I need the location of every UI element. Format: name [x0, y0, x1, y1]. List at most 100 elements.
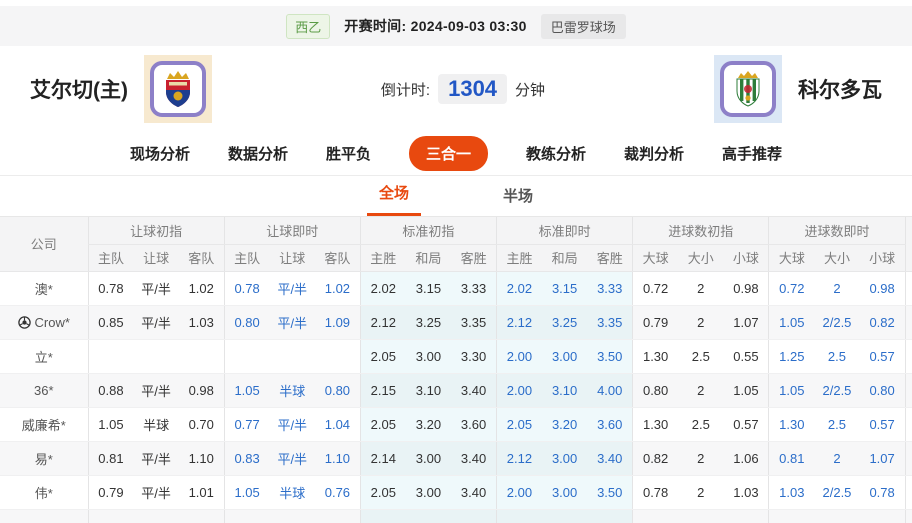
odds-cell-3-0: 2.00 — [497, 475, 542, 509]
odds-cell-2-0: 2.05 — [360, 407, 405, 441]
away-crest-icon — [720, 61, 776, 117]
odds-cell-5-0: 1.05 — [769, 305, 814, 339]
group-header-3: 标准即时 — [497, 217, 633, 244]
odds-cell-4-2: 1.03 — [723, 475, 768, 509]
cutoff-column — [905, 217, 912, 271]
nav-tab-4[interactable]: 教练分析 — [526, 143, 586, 164]
odds-cell-5-1: 2/2.5 — [814, 305, 859, 339]
company-cell: 伟* — [0, 475, 88, 509]
odds-cell-5-0: 1.30 — [769, 407, 814, 441]
home-crest-icon — [150, 61, 206, 117]
odds-cell-0-2: 1.10 — [179, 441, 224, 475]
odds-cell-1-0 — [224, 339, 269, 373]
odds-cell-5-0: 1.25 — [769, 339, 814, 373]
odds-cell-2-1: 3.20 — [406, 407, 451, 441]
sub-tab-0[interactable]: 全场 — [367, 182, 421, 216]
odds-cell-3-0: 2.02 — [497, 271, 542, 305]
odds-cell-0-0: 0.85 — [88, 305, 133, 339]
home-team: 艾尔切(主) — [30, 55, 212, 123]
nav-tab-0[interactable]: 现场分析 — [130, 143, 190, 164]
odds-cell-4-1: 2 — [678, 441, 723, 475]
odds-cell-1-0: 1.05 — [224, 475, 269, 509]
nav-tab-2[interactable]: 胜平负 — [326, 143, 371, 164]
nav-tab-3[interactable]: 三合一 — [409, 136, 488, 171]
odds-cell-3-2: 3.50 — [587, 475, 632, 509]
nav-tab-5[interactable]: 裁判分析 — [624, 143, 684, 164]
sub-header-3-2: 客胜 — [587, 244, 632, 271]
odds-cell-0-1 — [133, 339, 178, 373]
odds-cell-4-1: 2 — [678, 475, 723, 509]
company-name: 澳* — [35, 282, 53, 297]
odds-cell-0-2: 1.02 — [179, 271, 224, 305]
nav-tab-6[interactable]: 高手推荐 — [722, 143, 782, 164]
sub-header-0-1: 让球 — [133, 244, 178, 271]
odds-cell-0-0 — [88, 339, 133, 373]
odds-cell-5-2: 0.98 — [860, 271, 905, 305]
cutoff-cell — [905, 373, 912, 407]
odds-cell-5-0: 1.03 — [769, 475, 814, 509]
kickoff-time: 开赛时间: 2024-09-03 03:30 — [344, 16, 526, 36]
company-name: 36* — [34, 383, 54, 398]
odds-cell-1-1: 半球 — [270, 373, 315, 407]
company-cell: 36* — [0, 373, 88, 407]
group-header-0: 让球初指 — [88, 217, 224, 244]
odds-cell-3-1: 3.00 — [542, 339, 587, 373]
sub-header-5-2: 小球 — [860, 244, 905, 271]
odds-cell-2-1: 3.00 — [406, 441, 451, 475]
sub-header-1-1: 让球 — [270, 244, 315, 271]
odds-row-36: 36*0.88平/半0.981.05半球0.802.153.103.402.00… — [0, 373, 912, 407]
away-team-name: 科尔多瓦 — [798, 74, 882, 104]
soccer-ball-icon — [18, 316, 31, 329]
venue-badge: 巴雷罗球场 — [541, 14, 626, 39]
odds-cell-4-2: 1.05 — [723, 373, 768, 407]
odds-row-威廉希: 威廉希*1.05半球0.700.77平/半1.042.053.203.602.0… — [0, 407, 912, 441]
sub-header-1-2: 客队 — [315, 244, 360, 271]
odds-cell-3-1: 3.00 — [542, 441, 587, 475]
cutoff-cell — [905, 271, 912, 305]
odds-cell-4-1: 2.5 — [678, 339, 723, 373]
sub-header-2-1: 和局 — [406, 244, 451, 271]
odds-cell-3-2: 3.40 — [587, 441, 632, 475]
odds-cell-3-2: 3.33 — [587, 271, 632, 305]
cutoff-cell — [905, 407, 912, 441]
sub-header-0-2: 客队 — [179, 244, 224, 271]
odds-cell-1-2: 1.10 — [315, 441, 360, 475]
odds-cell-3-1: 3.00 — [542, 475, 587, 509]
odds-cell-1-1: 平/半 — [270, 441, 315, 475]
odds-cell-5-2: 0.57 — [860, 339, 905, 373]
partial-row — [0, 509, 912, 523]
odds-cell-5-1: 2.5 — [814, 407, 859, 441]
odds-cell-5-0: 0.72 — [769, 271, 814, 305]
sub-tab-1[interactable]: 半场 — [491, 185, 545, 216]
odds-cell-5-2: 0.82 — [860, 305, 905, 339]
odds-cell-0-0: 0.78 — [88, 271, 133, 305]
odds-cell-4-0: 0.72 — [633, 271, 678, 305]
away-team: 科尔多瓦 — [714, 55, 882, 123]
company-cell: 易* — [0, 441, 88, 475]
odds-cell-5-1: 2/2.5 — [814, 475, 859, 509]
league-badge: 西乙 — [286, 14, 330, 39]
odds-cell-5-2: 1.07 — [860, 441, 905, 475]
odds-cell-4-2: 1.07 — [723, 305, 768, 339]
nav-tab-1[interactable]: 数据分析 — [228, 143, 288, 164]
odds-cell-3-0: 2.00 — [497, 373, 542, 407]
odds-cell-0-2: 0.70 — [179, 407, 224, 441]
odds-cell-2-1: 3.00 — [406, 475, 451, 509]
sub-header-4-1: 大小 — [678, 244, 723, 271]
sub-header-5-0: 大球 — [769, 244, 814, 271]
odds-cell-0-1: 平/半 — [133, 305, 178, 339]
odds-cell-4-0: 0.82 — [633, 441, 678, 475]
odds-cell-0-2: 1.03 — [179, 305, 224, 339]
match-info-bar: 西乙 开赛时间: 2024-09-03 03:30 巴雷罗球场 — [0, 6, 912, 46]
odds-cell-0-2: 0.98 — [179, 373, 224, 407]
nav-tabs: 现场分析 数据分析 胜平负 三合一 教练分析 裁判分析 高手推荐 — [0, 132, 912, 176]
odds-cell-4-0: 0.79 — [633, 305, 678, 339]
cutoff-cell — [905, 305, 912, 339]
group-header-2: 标准初指 — [360, 217, 496, 244]
odds-cell-3-1: 3.15 — [542, 271, 587, 305]
odds-cell-2-2: 3.33 — [451, 271, 496, 305]
odds-cell-0-0: 0.81 — [88, 441, 133, 475]
sub-header-4-2: 小球 — [723, 244, 768, 271]
odds-cell-0-1: 半球 — [133, 407, 178, 441]
group-header-5: 进球数即时 — [769, 217, 905, 244]
